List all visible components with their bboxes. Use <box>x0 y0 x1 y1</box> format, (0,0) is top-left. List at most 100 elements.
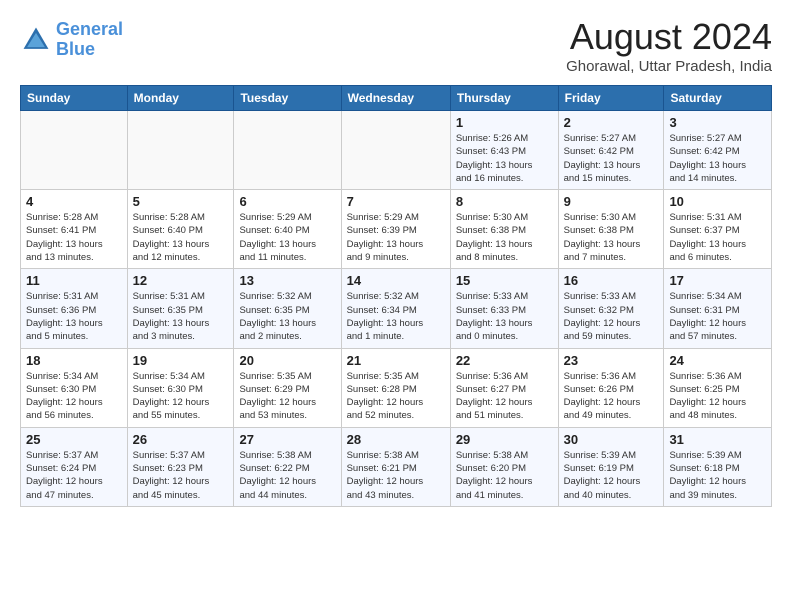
calendar-cell: 30 Sunrise: 5:39 AM Sunset: 6:19 PM Dayli… <box>558 427 664 506</box>
logo-line2: Blue <box>56 39 95 59</box>
logo-line1: General <box>56 19 123 39</box>
day-number: 18 <box>26 353 122 368</box>
calendar-cell: 14 Sunrise: 5:32 AM Sunset: 6:34 PM Dayli… <box>341 269 450 348</box>
weekday-header-monday: Monday <box>127 86 234 111</box>
day-number: 12 <box>133 273 229 288</box>
logo: General Blue <box>20 20 123 60</box>
calendar-cell: 15 Sunrise: 5:33 AM Sunset: 6:33 PM Dayli… <box>450 269 558 348</box>
day-number: 31 <box>669 432 766 447</box>
day-detail: Sunrise: 5:38 AM Sunset: 6:22 PM Dayligh… <box>239 449 335 502</box>
day-detail: Sunrise: 5:39 AM Sunset: 6:18 PM Dayligh… <box>669 449 766 502</box>
weekday-header-sunday: Sunday <box>21 86 128 111</box>
day-detail: Sunrise: 5:31 AM Sunset: 6:37 PM Dayligh… <box>669 211 766 264</box>
day-number: 19 <box>133 353 229 368</box>
day-detail: Sunrise: 5:39 AM Sunset: 6:19 PM Dayligh… <box>564 449 659 502</box>
day-detail: Sunrise: 5:36 AM Sunset: 6:27 PM Dayligh… <box>456 370 553 423</box>
day-number: 14 <box>347 273 445 288</box>
week-row-4: 18 Sunrise: 5:34 AM Sunset: 6:30 PM Dayli… <box>21 348 772 427</box>
calendar-cell: 16 Sunrise: 5:33 AM Sunset: 6:32 PM Dayli… <box>558 269 664 348</box>
weekday-header-row: SundayMondayTuesdayWednesdayThursdayFrid… <box>21 86 772 111</box>
calendar-cell: 4Sunrise: 5:28 AM Sunset: 6:41 PM Daylig… <box>21 190 128 269</box>
day-detail: Sunrise: 5:30 AM Sunset: 6:38 PM Dayligh… <box>564 211 659 264</box>
calendar-cell: 18Sunrise: 5:34 AM Sunset: 6:30 PM Dayli… <box>21 348 128 427</box>
day-detail: Sunrise: 5:27 AM Sunset: 6:42 PM Dayligh… <box>669 132 766 185</box>
day-detail: Sunrise: 5:35 AM Sunset: 6:29 PM Dayligh… <box>239 370 335 423</box>
calendar-cell: 31 Sunrise: 5:39 AM Sunset: 6:18 PM Dayli… <box>664 427 772 506</box>
day-detail: Sunrise: 5:34 AM Sunset: 6:31 PM Dayligh… <box>669 290 766 343</box>
day-detail: Sunrise: 5:33 AM Sunset: 6:32 PM Dayligh… <box>564 290 659 343</box>
calendar-cell: 21 Sunrise: 5:35 AM Sunset: 6:28 PM Dayli… <box>341 348 450 427</box>
calendar-cell: 13Sunrise: 5:32 AM Sunset: 6:35 PM Dayli… <box>234 269 341 348</box>
day-detail: Sunrise: 5:37 AM Sunset: 6:23 PM Dayligh… <box>133 449 229 502</box>
day-detail: Sunrise: 5:26 AM Sunset: 6:43 PM Dayligh… <box>456 132 553 185</box>
day-detail: Sunrise: 5:31 AM Sunset: 6:35 PM Dayligh… <box>133 290 229 343</box>
day-number: 30 <box>564 432 659 447</box>
calendar-cell: 5 Sunrise: 5:28 AM Sunset: 6:40 PM Daylig… <box>127 190 234 269</box>
weekday-header-friday: Friday <box>558 86 664 111</box>
day-number: 10 <box>669 194 766 209</box>
day-detail: Sunrise: 5:27 AM Sunset: 6:42 PM Dayligh… <box>564 132 659 185</box>
day-number: 2 <box>564 115 659 130</box>
day-number: 4 <box>26 194 122 209</box>
calendar-cell: 9Sunrise: 5:30 AM Sunset: 6:38 PM Daylig… <box>558 190 664 269</box>
day-number: 13 <box>239 273 335 288</box>
day-detail: Sunrise: 5:33 AM Sunset: 6:33 PM Dayligh… <box>456 290 553 343</box>
day-detail: Sunrise: 5:38 AM Sunset: 6:21 PM Dayligh… <box>347 449 445 502</box>
day-detail: Sunrise: 5:36 AM Sunset: 6:26 PM Dayligh… <box>564 370 659 423</box>
calendar-cell <box>21 111 128 190</box>
day-number: 20 <box>239 353 335 368</box>
day-detail: Sunrise: 5:29 AM Sunset: 6:40 PM Dayligh… <box>239 211 335 264</box>
day-number: 5 <box>133 194 229 209</box>
day-detail: Sunrise: 5:32 AM Sunset: 6:34 PM Dayligh… <box>347 290 445 343</box>
weekday-header-tuesday: Tuesday <box>234 86 341 111</box>
day-number: 27 <box>239 432 335 447</box>
day-detail: Sunrise: 5:28 AM Sunset: 6:40 PM Dayligh… <box>133 211 229 264</box>
day-number: 1 <box>456 115 553 130</box>
calendar-cell: 19 Sunrise: 5:34 AM Sunset: 6:30 PM Dayli… <box>127 348 234 427</box>
calendar-body: 1 Sunrise: 5:26 AM Sunset: 6:43 PM Daylig… <box>21 111 772 507</box>
calendar-cell: 10 Sunrise: 5:31 AM Sunset: 6:37 PM Dayli… <box>664 190 772 269</box>
weekday-header-wednesday: Wednesday <box>341 86 450 111</box>
day-number: 17 <box>669 273 766 288</box>
calendar-cell: 28 Sunrise: 5:38 AM Sunset: 6:21 PM Dayli… <box>341 427 450 506</box>
day-number: 6 <box>239 194 335 209</box>
day-number: 26 <box>133 432 229 447</box>
calendar-cell: 27 Sunrise: 5:38 AM Sunset: 6:22 PM Dayli… <box>234 427 341 506</box>
day-detail: Sunrise: 5:36 AM Sunset: 6:25 PM Dayligh… <box>669 370 766 423</box>
day-number: 15 <box>456 273 553 288</box>
day-detail: Sunrise: 5:31 AM Sunset: 6:36 PM Dayligh… <box>26 290 122 343</box>
calendar-cell: 26 Sunrise: 5:37 AM Sunset: 6:23 PM Dayli… <box>127 427 234 506</box>
week-row-2: 4Sunrise: 5:28 AM Sunset: 6:41 PM Daylig… <box>21 190 772 269</box>
day-number: 8 <box>456 194 553 209</box>
calendar-cell: 3Sunrise: 5:27 AM Sunset: 6:42 PM Daylig… <box>664 111 772 190</box>
day-detail: Sunrise: 5:30 AM Sunset: 6:38 PM Dayligh… <box>456 211 553 264</box>
day-detail: Sunrise: 5:34 AM Sunset: 6:30 PM Dayligh… <box>133 370 229 423</box>
day-number: 7 <box>347 194 445 209</box>
logo-text: General Blue <box>56 20 123 60</box>
calendar-cell: 1 Sunrise: 5:26 AM Sunset: 6:43 PM Daylig… <box>450 111 558 190</box>
calendar-table: SundayMondayTuesdayWednesdayThursdayFrid… <box>20 85 772 507</box>
day-number: 16 <box>564 273 659 288</box>
day-number: 21 <box>347 353 445 368</box>
calendar-cell: 29Sunrise: 5:38 AM Sunset: 6:20 PM Dayli… <box>450 427 558 506</box>
calendar-cell: 17 Sunrise: 5:34 AM Sunset: 6:31 PM Dayli… <box>664 269 772 348</box>
calendar-cell: 7 Sunrise: 5:29 AM Sunset: 6:39 PM Daylig… <box>341 190 450 269</box>
day-number: 22 <box>456 353 553 368</box>
day-number: 29 <box>456 432 553 447</box>
week-row-3: 11Sunrise: 5:31 AM Sunset: 6:36 PM Dayli… <box>21 269 772 348</box>
day-number: 24 <box>669 353 766 368</box>
location: Ghorawal, Uttar Pradesh, India <box>566 58 772 75</box>
day-detail: Sunrise: 5:29 AM Sunset: 6:39 PM Dayligh… <box>347 211 445 264</box>
calendar-cell: 11Sunrise: 5:31 AM Sunset: 6:36 PM Dayli… <box>21 269 128 348</box>
day-number: 28 <box>347 432 445 447</box>
day-number: 23 <box>564 353 659 368</box>
logo-icon <box>20 24 52 56</box>
calendar-cell <box>127 111 234 190</box>
calendar-cell: 8 Sunrise: 5:30 AM Sunset: 6:38 PM Daylig… <box>450 190 558 269</box>
calendar-cell: 25Sunrise: 5:37 AM Sunset: 6:24 PM Dayli… <box>21 427 128 506</box>
day-detail: Sunrise: 5:35 AM Sunset: 6:28 PM Dayligh… <box>347 370 445 423</box>
calendar-cell: 2 Sunrise: 5:27 AM Sunset: 6:42 PM Daylig… <box>558 111 664 190</box>
calendar-cell: 20 Sunrise: 5:35 AM Sunset: 6:29 PM Dayli… <box>234 348 341 427</box>
calendar-cell: 12 Sunrise: 5:31 AM Sunset: 6:35 PM Dayli… <box>127 269 234 348</box>
header: General Blue August 2024 Ghorawal, Uttar… <box>20 16 772 75</box>
